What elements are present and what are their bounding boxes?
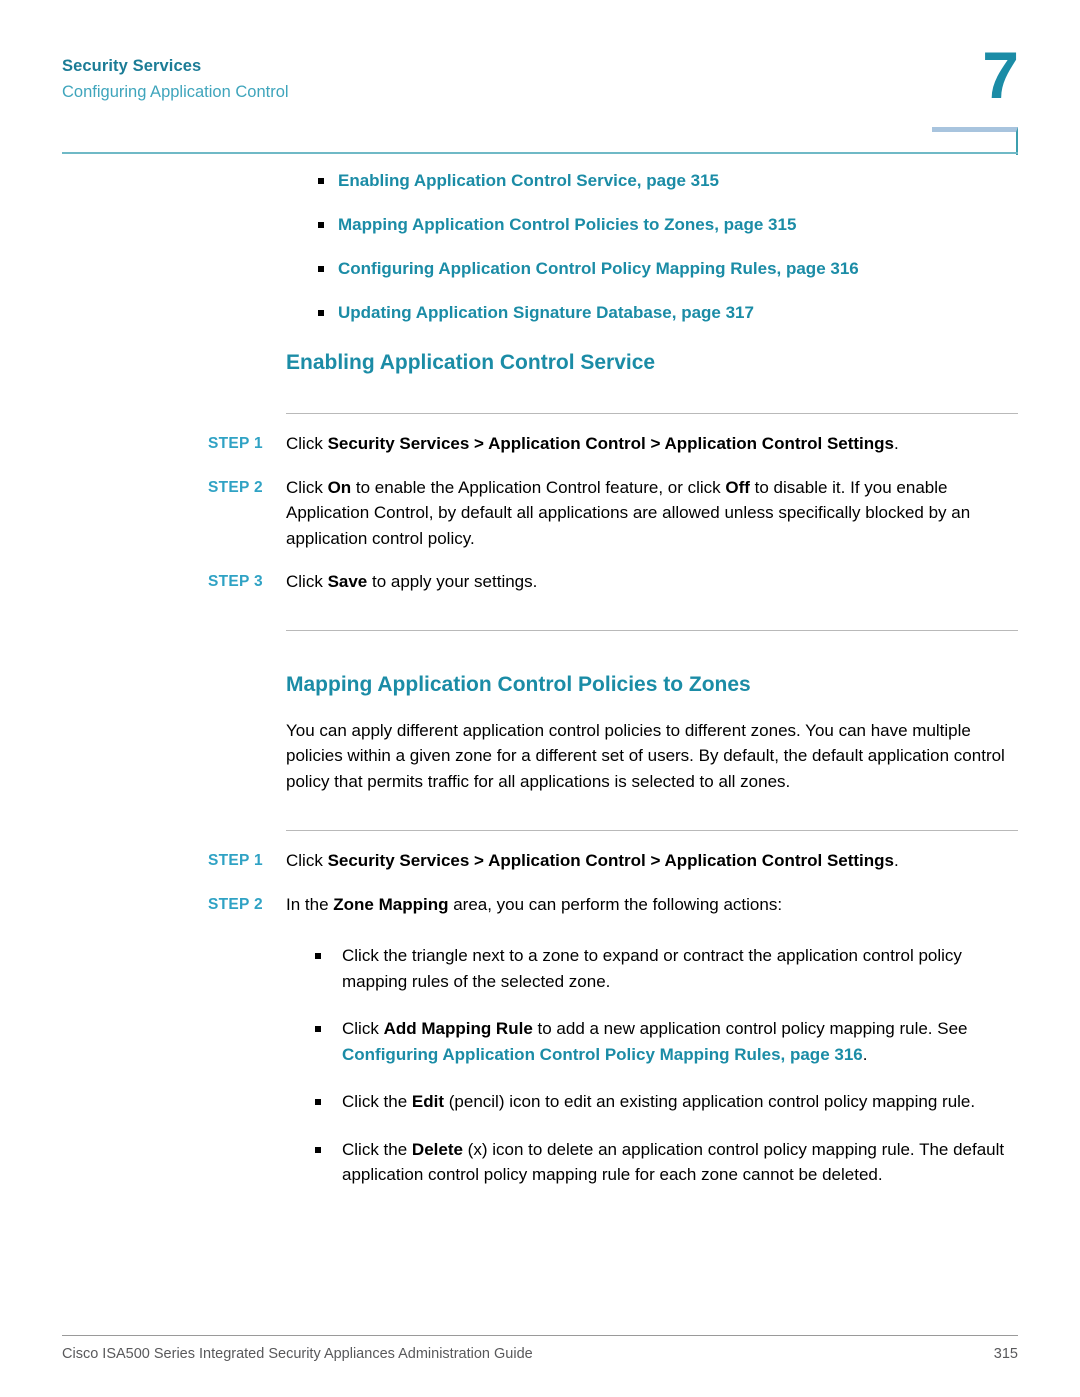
body-text: . (862, 1044, 868, 1064)
body-text: . (894, 434, 899, 453)
body-text: . (894, 851, 899, 870)
body-text: area, you can perform the following acti… (448, 894, 783, 914)
body-text: Click (286, 434, 328, 453)
body-text: Click (286, 572, 328, 591)
procedure-step: STEP 3 Click Save to apply your settings. (0, 569, 1080, 595)
step-text: Click On to enable the Application Contr… (286, 478, 970, 548)
action-text: Click the triangle next to a zone to exp… (342, 946, 962, 991)
document-section: Enabling Application Control Service STEP… (0, 349, 1080, 631)
footer-document-title: Cisco ISA500 Series Integrated Security … (62, 1346, 533, 1362)
emphasis-text: Save (327, 572, 368, 591)
body-text: Click the (342, 1139, 412, 1159)
step-label: STEP 1 (208, 852, 263, 869)
square-bullet-icon (318, 178, 324, 184)
action-list-item: Click Add Mapping Rule to add a new appl… (0, 1016, 1080, 1067)
emphasis-text: Security Services > Application Control … (327, 434, 895, 453)
step-label: STEP 2 (208, 895, 263, 913)
page-footer: Cisco ISA500 Series Integrated Security … (0, 1335, 1080, 1362)
header-divider (62, 152, 1018, 154)
square-bullet-icon (315, 953, 321, 959)
action-list-item: Click the triangle next to a zone to exp… (0, 943, 1080, 994)
square-bullet-icon (318, 222, 324, 228)
procedure-step: STEP 2 In the Zone Mapping area, you can … (0, 892, 1080, 918)
cross-reference-label: Mapping Application Control Policies to … (338, 215, 797, 234)
body-text: to enable the Application Control featur… (351, 477, 726, 497)
emphasis-text: Add Mapping Rule (383, 1019, 533, 1038)
footer-divider (62, 1335, 1018, 1336)
action-text: Click Add Mapping Rule to add a new appl… (342, 1019, 968, 1064)
action-text: Click the Edit (pencil) icon to edit an … (342, 1092, 975, 1111)
body-text: Click the (342, 1092, 412, 1111)
emphasis-text: Off (725, 477, 750, 497)
step-text: Click Security Services > Application Co… (286, 851, 899, 870)
step-label: STEP 1 (208, 435, 263, 452)
body-text: to apply your settings. (367, 572, 538, 591)
step-text: Click Save to apply your settings. (286, 572, 537, 591)
square-bullet-icon (315, 1026, 321, 1032)
body-text: Click (286, 851, 328, 870)
cross-reference-label: Updating Application Signature Database,… (338, 303, 754, 322)
body-text: Click (286, 477, 328, 497)
action-bullet-list: Click the triangle next to a zone to exp… (0, 943, 1080, 1188)
section-divider-top (286, 413, 1018, 414)
procedure-step: STEP 2 Click On to enable the Application… (0, 475, 1080, 552)
step-label: STEP 2 (208, 478, 263, 496)
body-text: to add a new application control policy … (532, 1019, 968, 1038)
header-chapter-title: Security Services (62, 57, 202, 75)
section-divider-top (286, 830, 1018, 831)
step-label: STEP 3 (208, 573, 263, 590)
square-bullet-icon (315, 1146, 321, 1153)
cross-reference-list: Enabling Application Control Service, pa… (0, 170, 1080, 324)
square-bullet-icon (318, 310, 324, 316)
step-text: Click Security Services > Application Co… (286, 434, 899, 453)
cross-reference-item[interactable]: Updating Application Signature Database,… (0, 302, 1080, 324)
cross-reference-item[interactable]: Configuring Application Control Policy M… (0, 258, 1080, 280)
footer-page-number: 315 (993, 1346, 1018, 1362)
chapter-number-box (932, 127, 1018, 155)
cross-reference-item[interactable]: Mapping Application Control Policies to … (0, 214, 1080, 236)
section-heading: Mapping Application Control Policies to … (286, 672, 751, 696)
page-content: Enabling Application Control Service, pa… (0, 170, 1080, 1210)
square-bullet-icon (318, 266, 324, 272)
procedure-step: STEP 1 Click Security Services > Applicat… (0, 848, 1080, 874)
action-text: Click the Delete (x) icon to delete an a… (342, 1140, 1004, 1185)
body-text: (pencil) icon to edit an existing applic… (444, 1092, 976, 1111)
cross-reference-label: Enabling Application Control Service, pa… (338, 171, 720, 190)
page-header: Security Services Configuring Applicatio… (0, 0, 1080, 155)
sections-host: Enabling Application Control Service STEP… (0, 349, 1080, 1188)
section-paragraph: You can apply different application cont… (286, 720, 1005, 791)
procedure-step: STEP 1 Click Security Services > Applicat… (0, 431, 1080, 457)
emphasis-text: Security Services > Application Control … (327, 851, 895, 870)
footer-row: Cisco ISA500 Series Integrated Security … (62, 1346, 1018, 1362)
body-text: Click the triangle next to a zone to exp… (342, 946, 962, 991)
action-list-item: Click the Edit (pencil) icon to edit an … (0, 1089, 1080, 1115)
action-list-item: Click the Delete (x) icon to delete an a… (0, 1137, 1080, 1188)
cross-reference-label: Configuring Application Control Policy M… (338, 259, 859, 278)
body-text: Click (342, 1019, 384, 1038)
body-text: In the (286, 894, 334, 914)
section-heading: Enabling Application Control Service (286, 351, 656, 374)
chapter-number: 7 (982, 38, 1019, 112)
step-text: In the Zone Mapping area, you can perfor… (286, 895, 782, 914)
cross-reference-item[interactable]: Enabling Application Control Service, pa… (0, 170, 1080, 192)
header-section-title: Configuring Application Control (62, 83, 289, 101)
document-section: Mapping Application Control Policies to … (0, 671, 1080, 1188)
emphasis-text: Edit (411, 1092, 445, 1111)
emphasis-text: On (327, 477, 352, 497)
emphasis-text: Delete (411, 1139, 463, 1159)
emphasis-text: Zone Mapping (333, 894, 449, 914)
square-bullet-icon (315, 1099, 321, 1105)
section-divider-bottom (286, 629, 1018, 631)
header-titles: Security Services Configuring Applicatio… (62, 56, 289, 103)
cross-reference-link[interactable]: Configuring Application Control Policy M… (342, 1045, 863, 1064)
